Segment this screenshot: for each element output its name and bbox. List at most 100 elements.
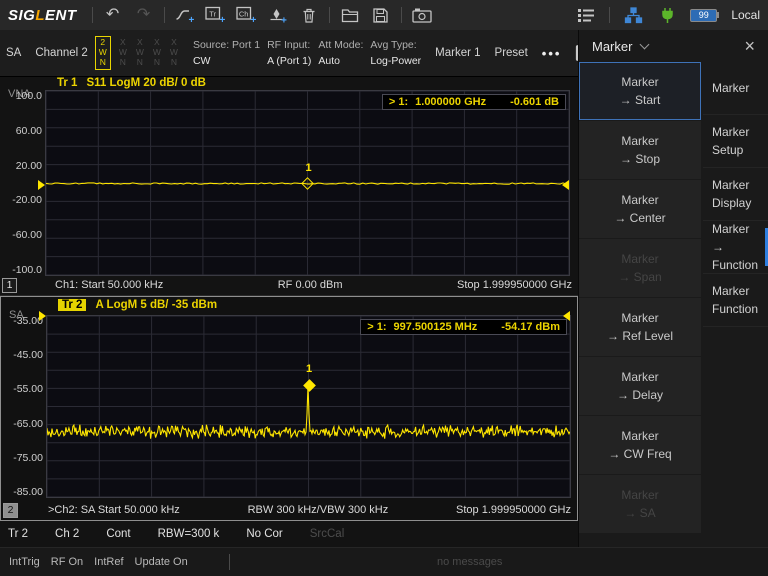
sa-trace-header[interactable]: Tr 2 A LogM 5 dB/ -35 dBm bbox=[58, 299, 217, 311]
status-ref[interactable]: IntRef bbox=[94, 556, 123, 568]
network-status-button[interactable] bbox=[622, 3, 644, 27]
vna-channel-box[interactable]: 1 bbox=[2, 278, 17, 293]
redo-icon: ↷ bbox=[137, 7, 150, 23]
status-correction[interactable]: No Cor bbox=[246, 528, 282, 540]
status-sweep[interactable]: Cont bbox=[106, 528, 130, 540]
sa-window[interactable]: SA Tr 2A LogM 5 dB/ -35 dBm -35.00-45.00… bbox=[0, 296, 578, 521]
source-field[interactable]: Source: Port 1 CW bbox=[193, 37, 260, 70]
menu-button-marker-to-start[interactable]: Marker→ Start bbox=[579, 62, 701, 120]
menu-button-marker-to-span: Marker→ Span bbox=[579, 239, 701, 297]
divider bbox=[401, 7, 402, 23]
trace-status-bar: Tr 2 Ch 2 Cont RBW=300 k No Cor SrcCal bbox=[0, 521, 578, 547]
sa-plot-area[interactable]: > 1:997.500125 MHz-54.17 dBm 1 bbox=[46, 315, 571, 498]
task-menu-button[interactable] bbox=[575, 3, 597, 27]
menu-title[interactable]: Marker bbox=[592, 39, 632, 54]
tab-marker[interactable]: Marker bbox=[703, 62, 768, 115]
status-trigger[interactable]: IntTrig bbox=[9, 556, 40, 568]
svg-text:Ch: Ch bbox=[239, 9, 249, 18]
status-update[interactable]: Update On bbox=[135, 556, 188, 568]
channel-indicator[interactable]: X W N bbox=[169, 37, 179, 68]
menu-button-column: Marker→ Start Marker→ Stop Marker→ Cente… bbox=[579, 62, 701, 547]
sa-trace-params: A LogM 5 dB/ -35 dBm bbox=[95, 299, 217, 311]
close-icon[interactable]: × bbox=[744, 37, 755, 55]
sa-start-freq: >Ch2: SA Start 50.000 kHz bbox=[48, 504, 180, 516]
vna-trace-header[interactable]: Tr 1S11 LogM 20 dB/ 0 dB bbox=[57, 77, 206, 89]
save-button[interactable] bbox=[370, 3, 392, 27]
vna-plot-area[interactable]: > 1:1.000000 GHz-0.601 dB 1 bbox=[45, 90, 570, 276]
sa-stop-freq: Stop 1.999950000 GHz bbox=[456, 504, 571, 516]
tab-marker-display[interactable]: Marker Display bbox=[703, 168, 768, 221]
svg-text:Tr: Tr bbox=[209, 9, 216, 18]
top-toolbar: SIGLENT ↶ ↷ + Tr+ Ch+ + bbox=[0, 0, 768, 30]
att-mode-field[interactable]: Att Mode: Auto bbox=[318, 37, 363, 70]
sa-channel-box[interactable]: 2 bbox=[3, 503, 18, 518]
channel-bar: SA Channel 2 2 W N X W N X W N bbox=[0, 30, 578, 77]
preset-button[interactable]: Preset bbox=[495, 47, 528, 59]
svg-text:+: + bbox=[189, 15, 195, 24]
menu-button-marker-to-cw-freq[interactable]: Marker→ CW Freq bbox=[579, 416, 701, 474]
menu-button-marker-to-stop[interactable]: Marker→ Stop bbox=[579, 121, 701, 179]
menu-button-marker-to-ref-level[interactable]: Marker→ Ref Level bbox=[579, 298, 701, 356]
marker-menu-panel: Marker × Marker→ Start Marker→ Stop Mark… bbox=[578, 30, 768, 547]
message-area: no messages bbox=[437, 556, 502, 568]
marker1-button[interactable]: Marker 1 bbox=[435, 47, 480, 59]
usb-status-button[interactable] bbox=[656, 3, 678, 27]
status-rbw[interactable]: RBW=300 k bbox=[158, 528, 220, 540]
redo-button[interactable]: ↷ bbox=[133, 3, 155, 27]
vna-window[interactable]: VNA Tr 1S11 LogM 20 dB/ 0 dB 100.060.002… bbox=[0, 77, 578, 296]
divider bbox=[92, 7, 93, 23]
add-marker-button[interactable]: + bbox=[267, 3, 289, 27]
lan-network-icon bbox=[624, 7, 643, 24]
topbar-status-group: 99 Local bbox=[575, 3, 760, 27]
sa-trace-plot bbox=[47, 316, 570, 497]
menu-button-marker-to-delay[interactable]: Marker→ Delay bbox=[579, 357, 701, 415]
undo-button[interactable]: ↶ bbox=[102, 3, 124, 27]
vna-ref-level-arrow-right bbox=[562, 180, 569, 190]
avg-type-field[interactable]: Avg Type: Log-Power bbox=[370, 37, 421, 70]
status-rf[interactable]: RF On bbox=[51, 556, 83, 568]
tab-marker-function[interactable]: Marker Function bbox=[703, 274, 768, 327]
channel-indicator-active[interactable]: 2 W N bbox=[95, 36, 111, 69]
channel-indicator[interactable]: X W N bbox=[152, 37, 162, 68]
more-button[interactable]: ••• bbox=[542, 46, 562, 61]
channel-indicator[interactable]: X W N bbox=[135, 37, 145, 68]
svg-text:+: + bbox=[281, 15, 287, 24]
status-channel[interactable]: Ch 2 bbox=[55, 528, 79, 540]
sa-marker-readout: > 1:997.500125 MHz-54.17 dBm bbox=[360, 319, 567, 335]
tr-add-icon: Tr + bbox=[205, 6, 226, 24]
divider bbox=[164, 7, 165, 23]
file-open-button[interactable] bbox=[339, 3, 361, 27]
channel-indicator[interactable]: X W N bbox=[118, 37, 128, 68]
sa-ref-level-arrow-left bbox=[39, 311, 46, 321]
control-mode-label[interactable]: Local bbox=[731, 8, 760, 22]
svg-text:+: + bbox=[220, 15, 226, 24]
system-status-bar: IntTrig RF On IntRef Update On no messag… bbox=[0, 547, 768, 576]
battery-level: 99 bbox=[699, 10, 709, 20]
task-menu-icon bbox=[577, 8, 595, 23]
sa-rbw-vbw: RBW 300 kHz/VBW 300 kHz bbox=[248, 504, 389, 516]
delete-button[interactable] bbox=[298, 3, 320, 27]
rf-input-field[interactable]: RF Input: A (Port 1) bbox=[267, 37, 311, 70]
menu-button-marker-to-center[interactable]: Marker→ Center bbox=[579, 180, 701, 238]
add-channel-button[interactable]: Ch+ bbox=[236, 3, 258, 27]
vna-marker-readout: > 1:1.000000 GHz-0.601 dB bbox=[382, 94, 566, 110]
vna-marker-label: 1 bbox=[306, 162, 312, 174]
screenshot-button[interactable] bbox=[411, 3, 433, 27]
vna-y-axis: 100.060.0020.00 -20.00-60.00-100.0 bbox=[0, 90, 42, 276]
menu-tab-column: Marker Marker Setup Marker Display Marke… bbox=[703, 62, 768, 547]
trash-icon bbox=[301, 7, 317, 24]
instrument-screen: SIGLENT ↶ ↷ + Tr+ Ch+ + bbox=[0, 0, 768, 576]
add-trace-button[interactable]: + bbox=[174, 3, 196, 27]
tab-marker-setup[interactable]: Marker Setup bbox=[703, 115, 768, 168]
sa-trace-name: Tr 2 bbox=[58, 299, 86, 311]
tab-marker-to-function[interactable]: Marker → Function bbox=[703, 221, 768, 274]
mode-button[interactable]: SA bbox=[6, 47, 21, 59]
status-trace[interactable]: Tr 2 bbox=[8, 528, 28, 540]
menu-button-marker-to-sa: Marker→ SA bbox=[579, 475, 701, 533]
channel-label[interactable]: Channel 2 bbox=[35, 47, 87, 59]
chevron-down-icon[interactable] bbox=[640, 39, 650, 49]
add-trace-window-button[interactable]: Tr + bbox=[205, 3, 227, 27]
sa-ref-level-arrow-right bbox=[563, 311, 570, 321]
svg-text:+: + bbox=[251, 15, 257, 24]
vna-rf-power: RF 0.00 dBm bbox=[278, 279, 343, 291]
